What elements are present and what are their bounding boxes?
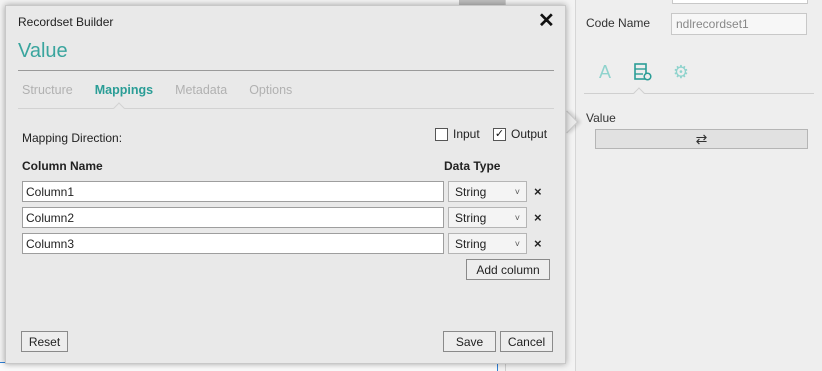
chevron-down-icon: ˅ [514, 238, 520, 249]
active-tab-pointer [633, 87, 645, 99]
cancel-button[interactable]: Cancel [500, 331, 553, 352]
column-name-input[interactable] [22, 207, 444, 228]
input-checkbox[interactable] [435, 127, 448, 141]
code-name-label: Code Name [586, 16, 651, 30]
input-label: Input [453, 127, 480, 141]
tabs-divider [18, 108, 554, 109]
active-tab-caret [113, 102, 125, 114]
remove-row-icon[interactable]: × [534, 184, 542, 199]
data-type-value: String [455, 184, 487, 199]
code-name-input[interactable] [671, 13, 807, 35]
output-checkbox[interactable]: ✓ [493, 127, 506, 141]
swap-arrows-icon: ⇄ [695, 130, 708, 147]
panel-divider [584, 93, 814, 94]
reset-button[interactable]: Reset [21, 331, 68, 352]
tab-mappings[interactable]: Mappings [95, 83, 153, 97]
output-option[interactable]: ✓ Output [493, 127, 547, 141]
recordset-builder-dialog: Recordset Builder ✕ Value Structure Mapp… [5, 5, 566, 364]
add-column-button[interactable]: Add column [466, 259, 550, 280]
open-recordset-builder-button[interactable]: ⇄ [595, 129, 808, 149]
recordset-settings-icon[interactable] [632, 60, 654, 84]
tab-metadata[interactable]: Metadata [175, 83, 227, 97]
data-type-select[interactable]: String ˅ [448, 181, 527, 202]
tab-structure[interactable]: Structure [22, 83, 73, 97]
gear-icon[interactable]: ⚙ [670, 60, 692, 84]
chevron-down-icon: ˅ [514, 212, 520, 223]
dialog-title: Recordset Builder [18, 15, 114, 29]
data-type-header: Data Type [444, 159, 501, 173]
remove-row-icon[interactable]: × [534, 236, 542, 251]
chevron-down-icon: ˅ [514, 186, 520, 197]
column-name-input[interactable] [22, 181, 444, 202]
column-name-header: Column Name [22, 159, 103, 173]
data-type-value: String [455, 236, 487, 251]
input-option[interactable]: Input [435, 127, 480, 141]
dialog-heading: Value [18, 40, 68, 62]
data-type-select[interactable]: String ˅ [448, 233, 527, 254]
text-icon[interactable]: A [594, 60, 616, 84]
name-field[interactable] [672, 0, 808, 4]
data-type-value: String [455, 210, 487, 225]
value-label: Value [586, 111, 616, 125]
data-type-select[interactable]: String ˅ [448, 207, 527, 228]
save-button[interactable]: Save [443, 331, 496, 352]
checkmark-icon: ✓ [494, 127, 505, 140]
dialog-tabs: Structure Mappings Metadata Options [22, 83, 314, 97]
mapping-direction-label: Mapping Direction: [22, 131, 123, 145]
close-icon[interactable]: ✕ [538, 9, 555, 33]
column-name-input[interactable] [22, 233, 444, 254]
remove-row-icon[interactable]: × [534, 210, 542, 225]
panel-icon-tabs: A ⚙ [594, 60, 692, 84]
output-label: Output [511, 127, 548, 141]
tab-options[interactable]: Options [249, 83, 292, 97]
properties-panel: Code Name A ⚙ Value ⇄ [575, 0, 822, 371]
heading-divider [18, 70, 554, 71]
